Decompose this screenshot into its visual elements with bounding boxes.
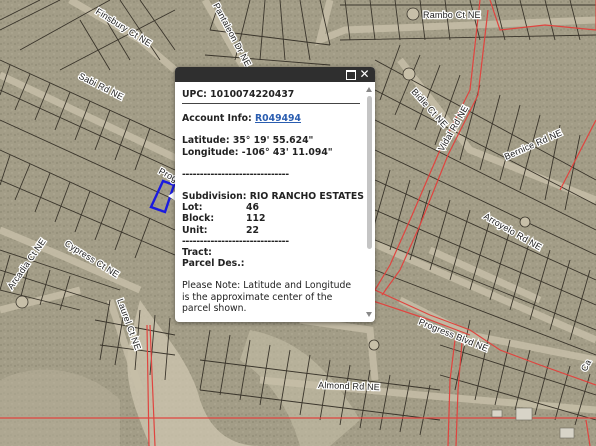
- text-divider: ------------------------------: [182, 168, 289, 180]
- text-divider-2: ------------------------------: [182, 235, 289, 247]
- subdivision-value: RIO RANCHO ESTATES: [249, 191, 364, 203]
- lot-value: 46: [246, 202, 259, 214]
- parcel-info-popup: ✕ UPC: 1010074220437 Account Info: R0494…: [175, 67, 375, 322]
- parcel-description-label: Parcel Des.:: [182, 258, 245, 270]
- popup-scrollbar[interactable]: [366, 87, 373, 317]
- upc-label: UPC:: [182, 89, 207, 100]
- street-label-rambo: Rambo Ct NE: [423, 10, 481, 20]
- close-icon[interactable]: ✕: [358, 68, 371, 81]
- title-divider: [182, 103, 360, 105]
- popup-header: ✕: [175, 67, 375, 82]
- scroll-down-arrow-icon[interactable]: [366, 312, 372, 317]
- account-row: Account Info: R049494: [182, 113, 360, 124]
- block-label: Block:: [182, 213, 215, 225]
- longitude-value: -106° 43' 11.094": [241, 146, 333, 158]
- unit-label: Unit:: [182, 224, 208, 236]
- scroll-thumb[interactable]: [367, 96, 372, 249]
- subdivision-row: Subdivision: RIO RANCHO ESTATES: [182, 191, 364, 203]
- account-link[interactable]: R049494: [255, 113, 301, 124]
- maximize-icon[interactable]: [344, 68, 357, 81]
- account-label: Account Info:: [182, 113, 252, 125]
- upc-value: 1010074220437: [210, 89, 295, 100]
- block-row: Block: 112: [182, 213, 360, 224]
- latitude-row: Latitude: 35° 19' 55.624": [182, 135, 360, 146]
- longitude-label: Longitude:: [182, 146, 239, 158]
- popup-body: UPC: 1010074220437 Account Info: R049494…: [182, 89, 364, 315]
- upc-row: UPC: 1010074220437: [182, 89, 360, 100]
- lot-row: Lot: 46: [182, 202, 360, 213]
- latitude-label: Latitude:: [182, 135, 230, 147]
- tract-label: Tract:: [182, 247, 212, 259]
- block-value: 112: [246, 213, 266, 225]
- unit-row: Unit: 22: [182, 225, 360, 236]
- latitude-value: 35° 19' 55.624": [232, 135, 314, 147]
- unit-value: 22: [246, 224, 259, 236]
- lot-label: Lot:: [182, 202, 203, 214]
- coordinate-note: Please Note: Latitude and Longitude is t…: [182, 280, 352, 315]
- scroll-up-arrow-icon[interactable]: [366, 87, 372, 92]
- subdivision-label: Subdivision:: [182, 191, 247, 203]
- longitude-row: Longitude: -106° 43' 11.094": [182, 147, 360, 158]
